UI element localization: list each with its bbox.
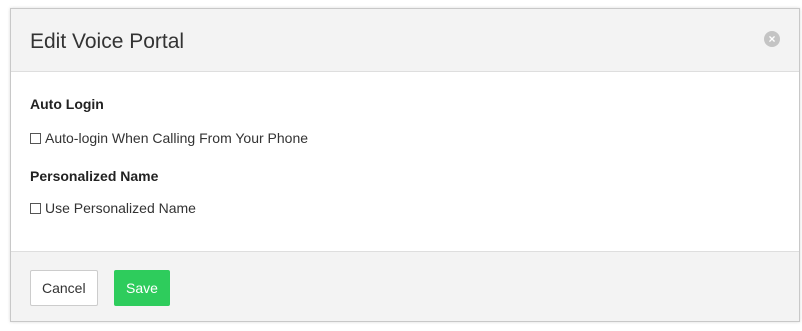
auto-login-checkbox-row[interactable]: Auto-login When Calling From Your Phone	[30, 130, 308, 146]
auto-login-checkbox-label: Auto-login When Calling From Your Phone	[45, 130, 309, 146]
personalized-name-checkbox-row[interactable]: Use Personalized Name	[30, 200, 196, 216]
personalized-name-checkbox-label: Use Personalized Name	[45, 200, 196, 216]
close-icon[interactable]: ×	[764, 31, 780, 47]
auto-login-checkbox[interactable]	[30, 132, 41, 144]
cancel-button[interactable]: Cancel	[30, 270, 98, 306]
auto-login-heading: Auto Login	[30, 96, 104, 112]
dialog-header: Edit Voice Portal ×	[11, 9, 799, 72]
dialog-body: Auto Login Auto-login When Calling From …	[11, 72, 799, 252]
personalized-name-checkbox[interactable]	[30, 202, 41, 214]
edit-voice-portal-dialog: Edit Voice Portal × Auto Login Auto-logi…	[10, 8, 800, 322]
personalized-name-heading: Personalized Name	[30, 168, 159, 184]
dialog-title: Edit Voice Portal	[30, 30, 185, 53]
save-button[interactable]: Save	[114, 270, 170, 306]
dialog-footer: Cancel Save	[11, 252, 799, 321]
